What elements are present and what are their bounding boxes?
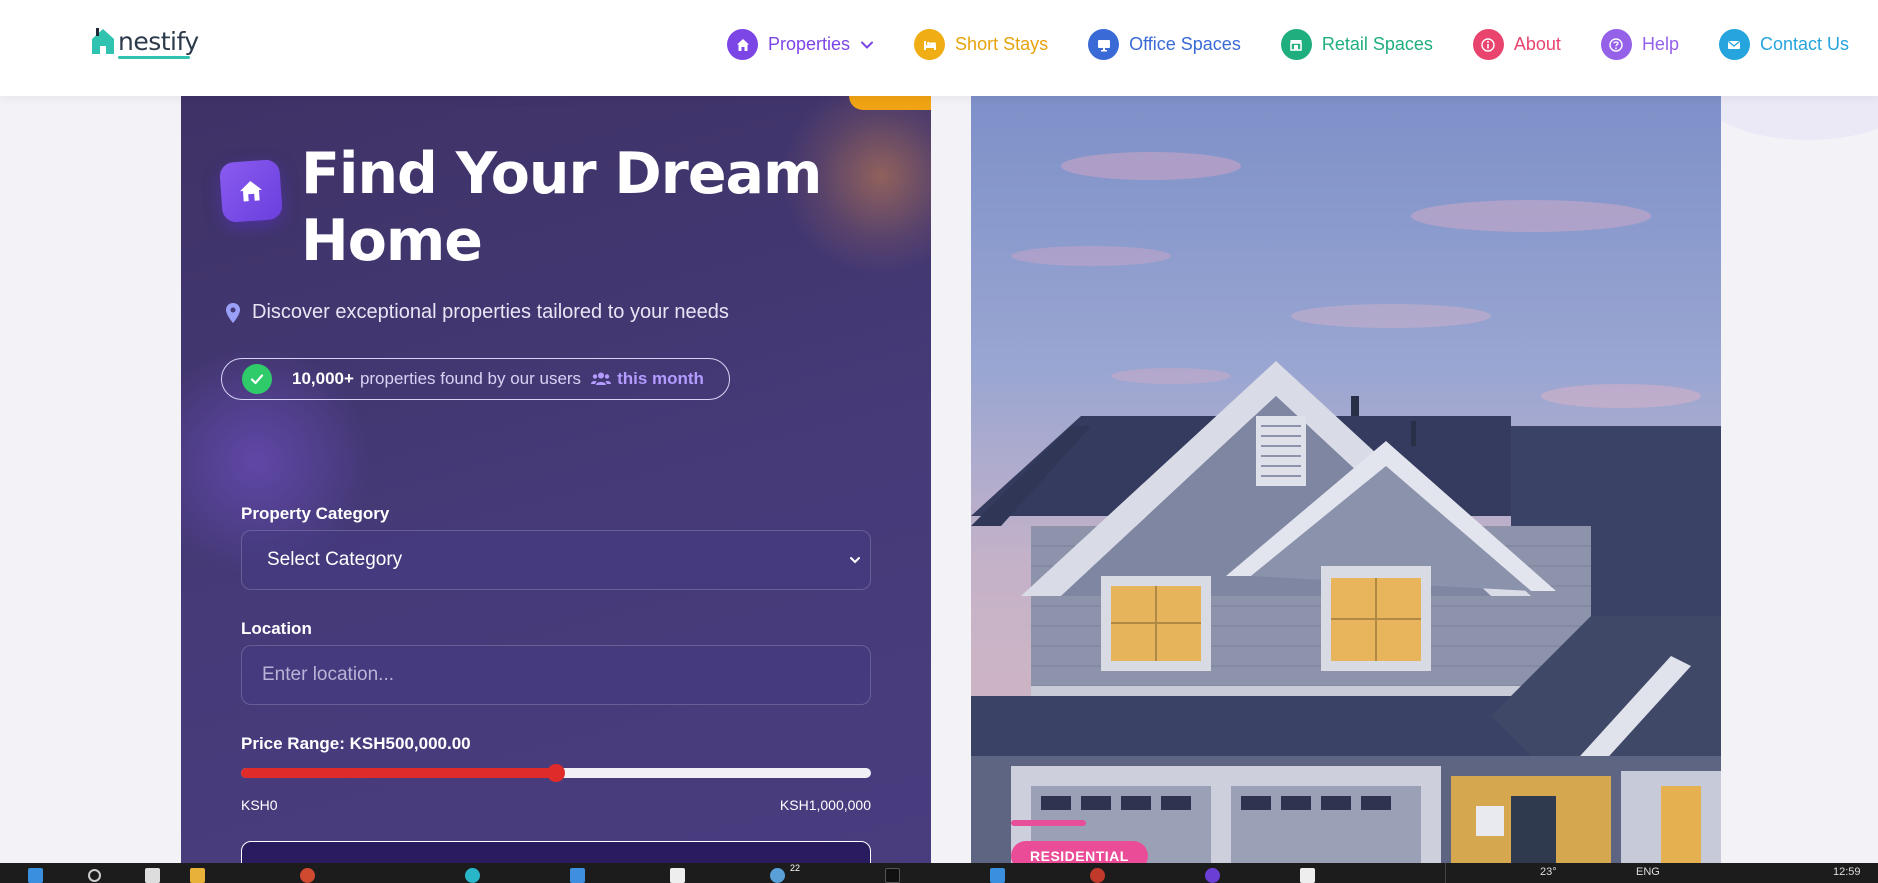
app-icon[interactable]: [1090, 868, 1105, 883]
app-icon[interactable]: [570, 868, 585, 883]
language-indicator[interactable]: ENG: [1636, 866, 1660, 878]
hero-title-line: Home: [301, 208, 483, 274]
windows-icon[interactable]: [28, 868, 43, 883]
hero-title-line: Find Your Dream: [301, 141, 822, 207]
price-range-slider[interactable]: [241, 764, 871, 782]
clock[interactable]: 12:59: [1833, 866, 1861, 878]
slider-thumb[interactable]: [547, 764, 565, 782]
nav-item-label: Help: [1641, 34, 1679, 54]
task-view-icon[interactable]: [145, 868, 160, 883]
map-pin-icon: [226, 302, 240, 323]
location-placeholder: Enter location...: [262, 664, 395, 685]
mail-icon: [1718, 29, 1750, 60]
property-category-label: Property Category: [241, 504, 390, 523]
nav-item-help[interactable]: Help: [1600, 29, 1679, 60]
location-label: Location: [241, 619, 312, 638]
chevron-down-icon: [850, 557, 860, 564]
brand-name: nestify: [118, 27, 199, 56]
location-input[interactable]: Enter location...: [241, 645, 871, 705]
home-icon: [218, 158, 284, 224]
question-icon: [1600, 29, 1632, 60]
monitor-icon: [1088, 29, 1120, 60]
stat-count: 10,000+: [292, 369, 354, 388]
app-icon[interactable]: [670, 868, 685, 883]
search-icon[interactable]: [88, 869, 101, 882]
badge-accent-line: [1011, 820, 1086, 826]
info-icon: [1472, 29, 1504, 60]
hero-subtitle: Discover exceptional properties tailored…: [226, 301, 729, 324]
browser-icon[interactable]: [465, 868, 480, 883]
file-explorer-icon[interactable]: [190, 868, 205, 883]
app-icon[interactable]: [990, 868, 1005, 883]
house-photo: [971, 96, 1721, 883]
stat-period: this month: [591, 369, 704, 389]
nav-item-office-spaces[interactable]: Office Spaces: [1088, 29, 1241, 60]
nav-item-about[interactable]: About: [1472, 29, 1561, 60]
chevron-down-icon[interactable]: [860, 38, 874, 52]
bed-icon: [914, 29, 946, 60]
price-max-label: KSH1,000,000: [779, 797, 871, 813]
nav-item-label: Office Spaces: [1129, 34, 1241, 54]
featured-property-image: RESIDENTIAL: [971, 96, 1721, 883]
home-icon: [727, 29, 758, 60]
nav-item-properties[interactable]: Properties: [727, 29, 874, 60]
app-icon[interactable]: [885, 868, 900, 883]
app-icon[interactable]: [1205, 868, 1220, 883]
accent-tab-decoration: [849, 96, 931, 110]
price-min-label: KSH0: [241, 797, 278, 813]
hero-subtitle-text: Discover exceptional properties tailored…: [252, 301, 729, 323]
stat-pill: 10,000+ properties found by our users th…: [221, 358, 730, 400]
weather-temp[interactable]: 23°: [1540, 866, 1557, 878]
stat-text: properties found by our users: [359, 369, 582, 388]
nav-item-label: Retail Spaces: [1321, 34, 1433, 54]
brand-logo[interactable]: nestify: [90, 26, 199, 59]
store-icon: [1280, 29, 1312, 60]
top-navbar: nestify Properties Short Stays Office Sp…: [0, 0, 1878, 96]
check-icon: [242, 364, 272, 394]
nav-item-label: About: [1513, 34, 1561, 54]
nav-item-retail-spaces[interactable]: Retail Spaces: [1280, 29, 1433, 60]
chat-icon[interactable]: [770, 868, 785, 883]
logo-underline: [118, 56, 190, 59]
nav-menu: Properties Short Stays Office Spaces Ret…: [727, 29, 1849, 60]
app-icon[interactable]: [1300, 868, 1315, 883]
nav-item-short-stays[interactable]: Short Stays: [914, 29, 1048, 60]
nav-item-label: Properties: [768, 34, 851, 54]
nav-item-contact-us[interactable]: Contact Us: [1718, 29, 1850, 60]
hero-title: Find Your Dream Home: [301, 141, 861, 275]
taskbar-divider: [1445, 863, 1446, 883]
notification-count: 22: [790, 863, 801, 873]
nav-item-label: Contact Us: [1759, 34, 1850, 54]
house-logo-icon: [92, 28, 114, 54]
app-icon[interactable]: [300, 868, 315, 883]
users-icon: [591, 372, 612, 385]
property-category-value: Select Category: [267, 549, 403, 570]
price-range-label: Price Range: KSH500,000.00: [241, 734, 471, 753]
stat-period-text: this month: [617, 369, 704, 388]
search-hero-panel: Find Your Dream Home Discover exceptiona…: [181, 96, 931, 883]
property-category-select[interactable]: Select Category: [241, 530, 871, 590]
slider-fill: [241, 768, 556, 778]
os-taskbar: 22 23° ENG 12:59: [0, 863, 1878, 883]
nav-item-label: Short Stays: [955, 34, 1049, 54]
